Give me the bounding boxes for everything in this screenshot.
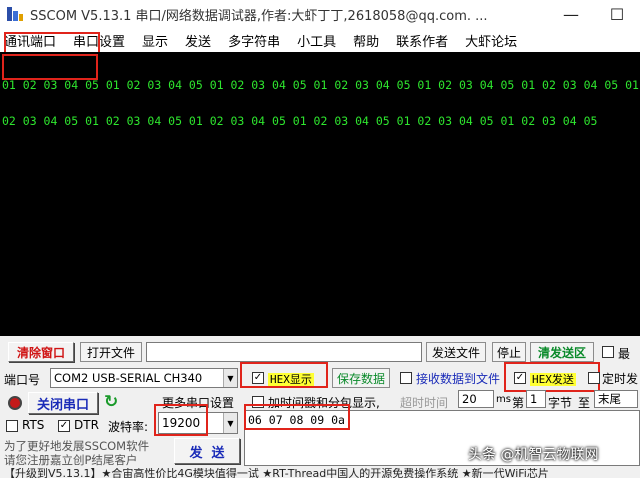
- title-bar: SSCOM V5.13.1 串口/网络数据调试器,作者:大虾丁丁,2618058…: [0, 0, 640, 28]
- more-settings-button[interactable]: 更多串口设置: [156, 392, 240, 412]
- menu-forum[interactable]: 大虾论坛: [465, 31, 517, 50]
- dtr-label: DTR: [74, 418, 99, 432]
- last-label: 最: [618, 347, 631, 361]
- menu-comm-port[interactable]: 通讯端口: [4, 31, 56, 50]
- menu-tools[interactable]: 小工具: [297, 31, 336, 50]
- timestamp-label: 加时间戳和分包显示,: [268, 396, 380, 410]
- hex-send-checkbox[interactable]: ✓: [514, 372, 526, 384]
- last-checkbox[interactable]: [602, 346, 614, 358]
- open-file-button[interactable]: 打开文件: [80, 342, 142, 362]
- nth-label: 第: [512, 396, 525, 410]
- send-button[interactable]: 发 送: [174, 438, 240, 464]
- menu-contact-author[interactable]: 联系作者: [396, 31, 448, 50]
- rts-label: RTS: [22, 418, 45, 432]
- status-bar: 【升级到V5.13.1】★合宙高性价比4G模块值得一试 ★RT-Thread中国…: [0, 468, 640, 478]
- dropdown-arrow-icon: ▼: [223, 369, 237, 387]
- receive-console[interactable]: 01 02 03 04 05 01 02 03 04 05 01 02 03 0…: [0, 52, 640, 336]
- dtr-checkbox[interactable]: ✓: [58, 420, 70, 432]
- watermark: 头条 @机智云物联网: [468, 447, 599, 463]
- byte-index-input[interactable]: 1: [526, 390, 546, 408]
- timed-send-checkbox[interactable]: [588, 372, 600, 384]
- menu-display[interactable]: 显示: [142, 31, 168, 50]
- maximize-button[interactable]: ☐: [594, 0, 640, 28]
- file-path-field[interactable]: [146, 342, 422, 362]
- send-file-button[interactable]: 发送文件: [426, 342, 486, 362]
- end-select[interactable]: 末尾: [594, 390, 638, 408]
- byte-label: 字节: [548, 396, 573, 410]
- minimize-button[interactable]: —: [548, 0, 594, 28]
- timed-send-label: 定时发: [602, 372, 639, 386]
- recv-to-file-label: 接收数据到文件: [416, 372, 501, 386]
- dropdown-arrow-icon: ▼: [223, 413, 237, 433]
- hex-display-label: HEX显示: [268, 373, 314, 386]
- promo-line-2[interactable]: 请您注册嘉立创P结尾客户: [4, 452, 137, 468]
- stop-button[interactable]: 停止: [492, 342, 526, 362]
- recv-to-file-checkbox[interactable]: [400, 372, 412, 384]
- refresh-icon[interactable]: ↻: [104, 393, 122, 411]
- console-line: 01 02 03 04 05 01 02 03 04 05 01 02 03 0…: [2, 78, 639, 92]
- save-data-button[interactable]: 保存数据: [332, 368, 390, 388]
- baud-select[interactable]: 19200 ▼: [158, 412, 238, 434]
- menu-multi-string[interactable]: 多字符串: [228, 31, 280, 50]
- to-label: 至: [578, 396, 591, 410]
- rts-checkbox[interactable]: [6, 420, 18, 432]
- hex-display-checkbox[interactable]: ✓: [252, 372, 264, 384]
- menu-bar: 通讯端口 串口设置 显示 发送 多字符串 小工具 帮助 联系作者 大虾论坛: [0, 28, 640, 52]
- clear-window-button[interactable]: 清除窗口: [8, 342, 74, 362]
- timeout-label: 超时时间: [400, 396, 449, 410]
- menu-send[interactable]: 发送: [185, 31, 211, 50]
- port-select[interactable]: COM2 USB-SERIAL CH340 ▼: [50, 368, 238, 388]
- app-logo-icon: [6, 5, 24, 23]
- clear-send-button[interactable]: 清发送区: [530, 342, 594, 362]
- baud-label: 波特率:: [108, 420, 149, 434]
- record-icon: [8, 396, 22, 410]
- close-port-button[interactable]: 关闭串口: [28, 392, 98, 414]
- window-title: SSCOM V5.13.1 串口/网络数据调试器,作者:大虾丁丁,2618058…: [30, 8, 488, 24]
- port-label: 端口号: [4, 373, 41, 387]
- console-line: 02 03 04 05 01 02 03 04 05 01 02 03 04 0…: [2, 114, 598, 128]
- timeout-input[interactable]: 20: [458, 390, 494, 408]
- ms-label: ms: [496, 394, 511, 405]
- hex-send-label: HEX发送: [530, 373, 576, 386]
- timestamp-checkbox[interactable]: [252, 396, 264, 408]
- menu-serial-settings[interactable]: 串口设置: [73, 31, 125, 50]
- menu-help[interactable]: 帮助: [353, 31, 379, 50]
